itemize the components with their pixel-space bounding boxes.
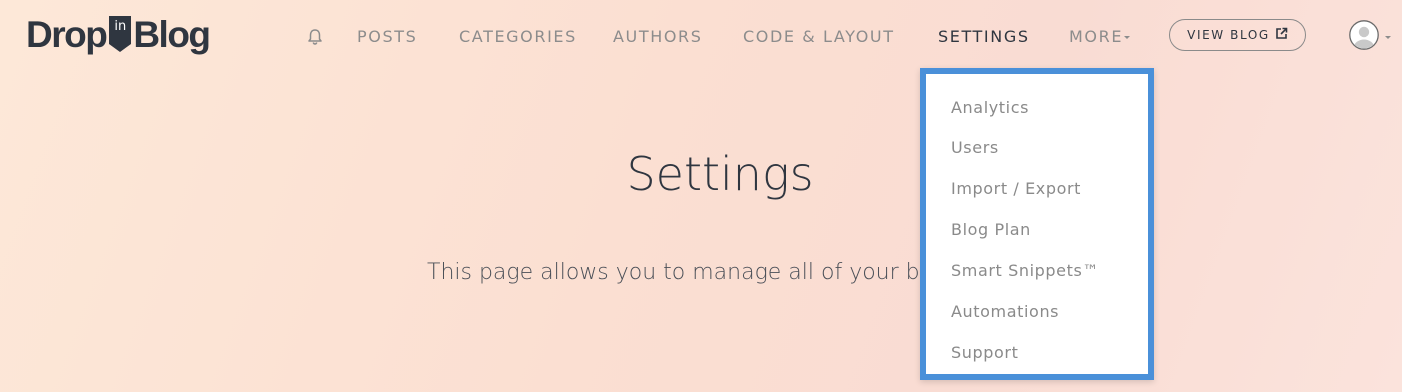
menu-item-smart-snippets[interactable]: Smart Snippets™ bbox=[951, 261, 1099, 281]
user-avatar-icon[interactable] bbox=[1349, 20, 1379, 50]
nav-more[interactable]: MORE bbox=[1069, 27, 1131, 46]
avatar-chevron-down-icon[interactable] bbox=[1385, 36, 1391, 39]
menu-item-blog-plan[interactable]: Blog Plan bbox=[951, 220, 1031, 240]
bell-icon[interactable] bbox=[305, 27, 325, 47]
logo-text-drop: Drop bbox=[26, 14, 108, 55]
nav-more-label: MORE bbox=[1069, 27, 1124, 46]
nav-categories[interactable]: CATEGORIES bbox=[459, 28, 577, 46]
nav-code-layout[interactable]: CODE & LAYOUT bbox=[743, 28, 895, 46]
dropinblog-logo[interactable]: Drop in Blog bbox=[26, 14, 211, 56]
menu-item-support[interactable]: Support bbox=[951, 343, 1018, 363]
view-blog-button[interactable]: VIEW BLOG bbox=[1169, 19, 1306, 51]
nav-settings[interactable]: SETTINGS bbox=[938, 28, 1030, 46]
logo-badge-text: in bbox=[114, 19, 127, 34]
menu-item-users[interactable]: Users bbox=[951, 138, 999, 158]
view-blog-label: VIEW BLOG bbox=[1187, 28, 1270, 42]
nav-posts[interactable]: POSTS bbox=[357, 28, 417, 46]
page-title: Settings bbox=[626, 147, 814, 201]
logo-text-blog: Blog bbox=[133, 14, 211, 55]
logo-badge: in bbox=[109, 16, 132, 52]
nav-authors[interactable]: AUTHORS bbox=[613, 28, 703, 46]
external-link-icon bbox=[1275, 27, 1288, 43]
chevron-down-icon bbox=[1124, 36, 1131, 39]
settings-dropdown-menu: Analytics Users Import / Export Blog Pla… bbox=[920, 68, 1154, 380]
menu-item-analytics[interactable]: Analytics bbox=[951, 98, 1029, 118]
page-description: This page allows you to manage all of yo… bbox=[427, 260, 953, 285]
menu-item-automations[interactable]: Automations bbox=[951, 302, 1059, 322]
menu-item-import-export[interactable]: Import / Export bbox=[951, 179, 1081, 199]
